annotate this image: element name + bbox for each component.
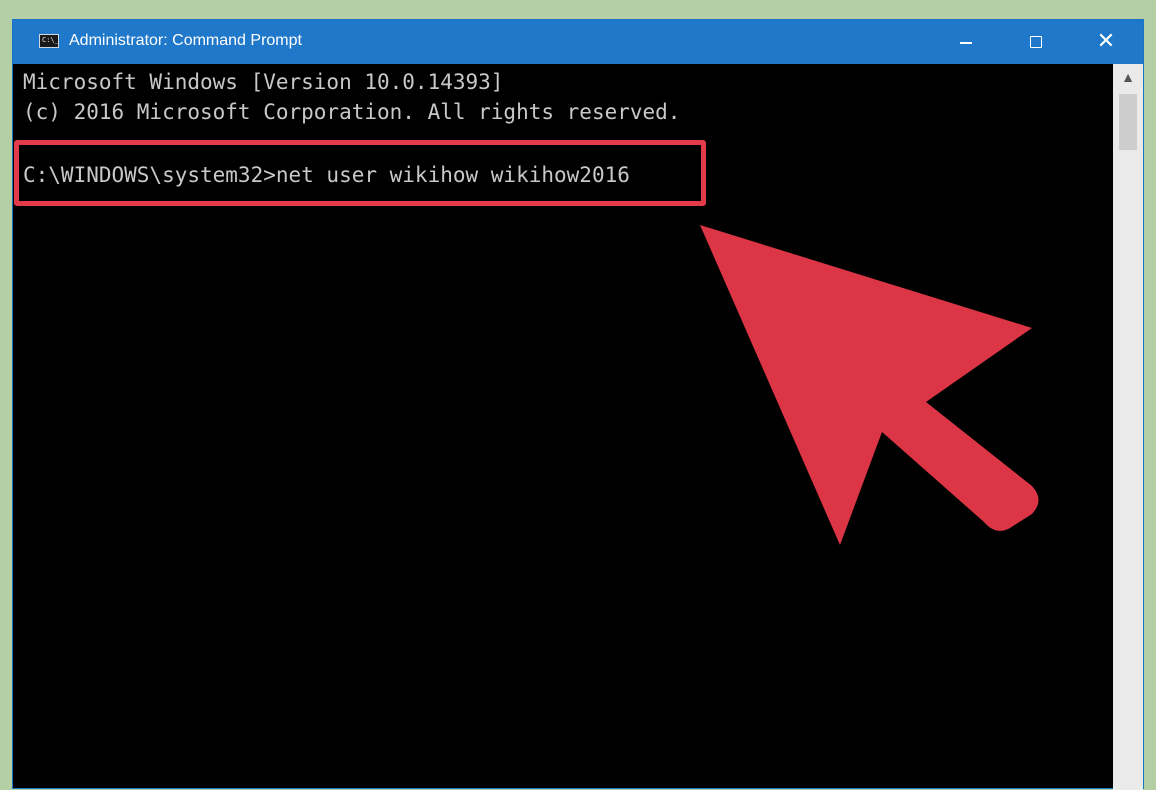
scroll-up-icon[interactable]: ▲ bbox=[1113, 64, 1143, 90]
minimize-button[interactable] bbox=[943, 20, 989, 64]
window-title: Administrator: Command Prompt bbox=[69, 32, 302, 49]
close-icon: ✕ bbox=[1096, 29, 1116, 54]
maximize-icon bbox=[1030, 36, 1042, 48]
minimize-icon bbox=[960, 42, 972, 44]
console-line-version: Microsoft Windows [Version 10.0.14393] bbox=[23, 70, 504, 94]
vertical-scrollbar[interactable]: ▲ bbox=[1113, 64, 1143, 790]
console-line-command: C:\WINDOWS\system32>net user wikihow wik… bbox=[23, 163, 630, 187]
console-output[interactable]: Microsoft Windows [Version 10.0.14393] (… bbox=[13, 64, 1111, 790]
command-prompt-window: C:\_ Administrator: Command Prompt ✕ Mic… bbox=[12, 19, 1144, 790]
title-bar[interactable]: C:\_ Administrator: Command Prompt ✕ bbox=[13, 20, 1143, 64]
scroll-thumb[interactable] bbox=[1119, 94, 1137, 150]
console-line-copyright: (c) 2016 Microsoft Corporation. All righ… bbox=[23, 100, 681, 124]
maximize-button[interactable] bbox=[1013, 20, 1059, 64]
cmd-icon: C:\_ bbox=[39, 34, 59, 48]
close-button[interactable]: ✕ bbox=[1083, 20, 1129, 64]
